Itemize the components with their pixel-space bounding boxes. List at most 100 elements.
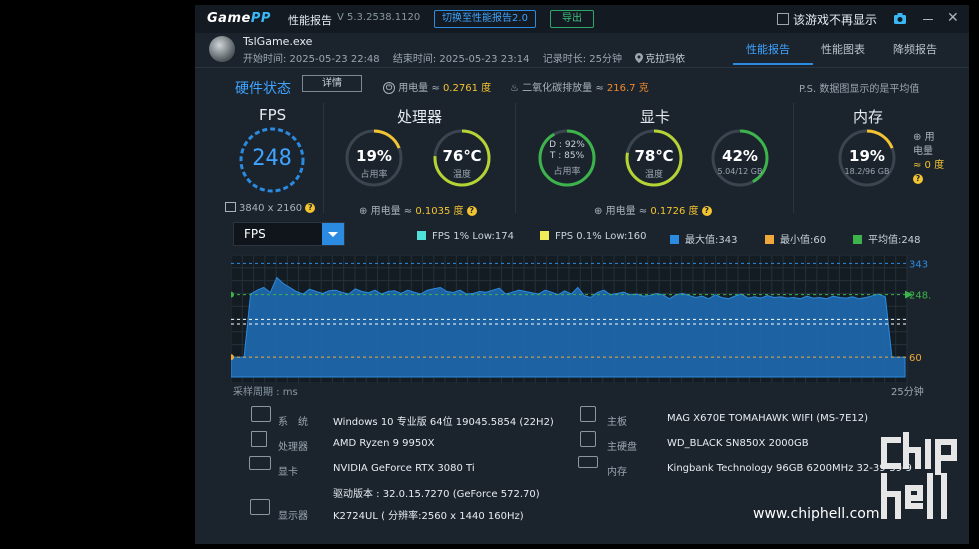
- co2-emission: ♨ 二氧化碳排放量 ≈ 216.7 克: [510, 83, 649, 94]
- sampling-period-label: 采样周期 : ms: [233, 387, 298, 398]
- spec-key-gpu: 显卡: [278, 467, 298, 478]
- location: 克拉玛依: [635, 53, 685, 65]
- export-button[interactable]: 导出: [550, 10, 594, 28]
- cpu-power: ⊕ 用电量 ≈ 0.1035 度 ?: [359, 202, 477, 217]
- vram-gauge: 42% 5.04/12 GB: [709, 127, 771, 189]
- memory-section-title: 内存: [853, 108, 884, 126]
- spec-value-motherboard: MAG X670E TOMAHAWK WIFI (MS-7E12): [667, 413, 869, 424]
- fps-value: 248: [252, 146, 292, 171]
- active-tab-indicator: [733, 63, 813, 65]
- fps-resolution: 3840 x 2160 ?: [225, 202, 316, 214]
- help-icon[interactable]: ?: [701, 206, 712, 216]
- spec-key-cpu: 处理器: [278, 442, 308, 453]
- end-time: 结束时间: 2025-05-23 23:14: [392, 54, 530, 65]
- details-button[interactable]: 详情: [302, 75, 362, 92]
- tab-performance-chart[interactable]: 性能图表: [821, 41, 865, 57]
- spec-key-os: 系 统: [278, 417, 308, 428]
- version-label: V 5.3.2538.1120: [337, 12, 421, 23]
- legend-1pct-low[interactable]: FPS 1% Low:174: [417, 231, 514, 242]
- vram-value: 42%: [722, 147, 758, 165]
- monitor-icon: [225, 202, 236, 212]
- windows-icon: [251, 406, 271, 422]
- session-meta: 开始时间: 2025-05-23 22:48 结束时间: 2025-05-23 …: [243, 50, 695, 65]
- cpu-temp-gauge: 76℃ 温度: [431, 127, 493, 189]
- location-pin-icon: [635, 53, 644, 63]
- camera-icon[interactable]: [893, 11, 907, 25]
- performance-report-window: GamePP 性能报告 V 5.3.2538.1120 切换至性能报告2.0 导…: [195, 5, 969, 544]
- spec-value-driver: 驱动版本 : 32.0.15.7270 (GeForce 572.70): [333, 489, 540, 500]
- gpu-t-value: T : 85%: [549, 151, 585, 161]
- spec-key-motherboard: 主板: [607, 417, 627, 428]
- spec-value-memory: Kingbank Technology 96GB 6200MHz 32-39-3…: [667, 463, 912, 474]
- gpu-icon: [249, 456, 271, 470]
- legend-average[interactable]: 平均值:248: [853, 231, 920, 246]
- cpu-usage-gauge: 19% 占用率: [343, 127, 405, 189]
- power-icon: ⊕: [594, 206, 603, 217]
- help-icon[interactable]: ?: [466, 206, 477, 216]
- fps-gauge: 248: [238, 126, 306, 194]
- y-tick-label: 60: [909, 353, 922, 364]
- memory-label: 18.2/96 GB: [844, 167, 890, 176]
- monitor-icon: [250, 499, 270, 515]
- legend-01pct-low[interactable]: FPS 0.1% Low:160: [540, 231, 647, 242]
- tab-throttle-report[interactable]: 降频报告: [893, 41, 937, 57]
- power-icon: ⏻: [383, 82, 395, 94]
- minimize-button[interactable]: [923, 19, 933, 20]
- chiphell-watermark-logo: [881, 432, 957, 519]
- average-note: P.S. 数据图显示的是平均值: [799, 84, 920, 95]
- legend-max[interactable]: 最大值:343: [670, 231, 737, 246]
- window-title: 性能报告: [288, 14, 332, 27]
- co2-icon: ♨: [510, 83, 519, 94]
- dont-show-label: 该游戏不再显示: [793, 13, 878, 27]
- help-icon[interactable]: ?: [305, 203, 316, 213]
- title-bar: GamePP 性能报告 V 5.3.2538.1120 切换至性能报告2.0 导…: [195, 5, 969, 33]
- spec-key-memory: 内存: [607, 467, 627, 478]
- game-avatar: [209, 36, 235, 62]
- start-time: 开始时间: 2025-05-23 22:48: [243, 54, 380, 65]
- gamepp-logo: GamePP: [207, 11, 271, 26]
- divider: [323, 103, 324, 213]
- spec-key-monitor: 显示器: [278, 511, 308, 522]
- motherboard-icon: [580, 406, 596, 422]
- spec-value-cpu: AMD Ryzen 9 9950X: [333, 438, 435, 449]
- cpu-section-title: 处理器: [397, 108, 443, 126]
- total-power: ⏻ 用电量 ≈ 0.2761 度: [383, 79, 491, 94]
- metric-dropdown[interactable]: FPS: [233, 222, 345, 246]
- gpu-power: ⊕ 用电量 ≈ 0.1726 度 ?: [594, 202, 712, 217]
- gpu-temp-label: 温度: [644, 170, 663, 180]
- duration-axis-label: 25分钟: [891, 387, 924, 398]
- memory-value: 19%: [849, 147, 885, 165]
- metric-dropdown-value: FPS: [244, 227, 266, 241]
- gpu-section-title: 显卡: [640, 108, 671, 126]
- hardware-status-title: 硬件状态: [235, 81, 291, 97]
- gpu-d-value: D : 92%: [549, 140, 585, 150]
- cpu-icon: [251, 431, 267, 447]
- chevron-down-icon[interactable]: [322, 223, 344, 245]
- spec-value-monitor: K2724UL ( 分辨率:2560 x 1440 160Hz): [333, 511, 524, 522]
- gpu-temp-gauge: 78℃ 温度: [623, 127, 685, 189]
- vram-label: 5.04/12 GB: [717, 167, 763, 176]
- gpu-usage-label: 占用率: [553, 167, 581, 177]
- spec-value-os: Windows 10 专业版 64位 19045.5854 (22H2): [333, 417, 554, 428]
- record-duration: 记录时长: 25分钟: [542, 54, 622, 65]
- power-icon: ⊕: [913, 132, 922, 143]
- cpu-temp-label: 温度: [452, 170, 471, 180]
- divider: [793, 103, 794, 213]
- memory-power: ⊕ 用 电量 ≈ 0 度 ?: [913, 132, 945, 184]
- gpu-usage-gauge: D : 92% T : 85% 占用率: [536, 127, 598, 189]
- tab-performance-report[interactable]: 性能报告: [746, 41, 790, 57]
- close-button[interactable]: ✕: [947, 10, 959, 26]
- y-tick-label: 248.36: [909, 291, 931, 302]
- memory-gauge: 19% 18.2/96 GB: [836, 127, 898, 189]
- dont-show-checkbox[interactable]: [777, 13, 789, 25]
- spec-value-disk: WD_BLACK SN850X 2000GB: [667, 438, 809, 449]
- watermark-url: www.chiphell.com: [753, 506, 880, 522]
- legend-min[interactable]: 最小值:60: [765, 231, 826, 246]
- switch-report-button[interactable]: 切换至性能报告2.0: [434, 10, 536, 28]
- fps-chart[interactable]: 343 248.36 60: [231, 255, 931, 383]
- help-icon[interactable]: ?: [913, 174, 923, 184]
- fps-section-title: FPS: [259, 106, 287, 124]
- cpu-usage-value: 19%: [356, 147, 392, 165]
- spec-value-gpu: NVIDIA GeForce RTX 3080 Ti: [333, 463, 475, 474]
- y-tick-label: 343: [909, 259, 928, 270]
